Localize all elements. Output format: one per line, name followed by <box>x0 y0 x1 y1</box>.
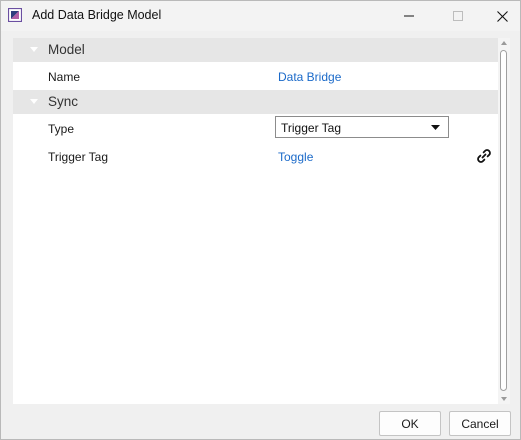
group-header-sync[interactable]: Sync <box>13 90 498 114</box>
maximize-button[interactable] <box>435 1 481 31</box>
close-button[interactable] <box>479 1 521 31</box>
chevron-down-icon <box>431 125 440 130</box>
triangle-down-icon[interactable] <box>30 47 38 52</box>
minimize-icon <box>404 15 414 17</box>
vertical-scrollbar[interactable] <box>498 38 510 404</box>
name-value-link[interactable]: Data Bridge <box>278 70 341 84</box>
maximize-icon <box>453 11 463 21</box>
window-title: Add Data Bridge Model <box>32 8 162 22</box>
property-label-name: Name <box>48 70 81 84</box>
scrollbar-thumb[interactable] <box>500 50 507 391</box>
group-label: Sync <box>48 94 79 109</box>
app-logo-icon <box>8 8 22 22</box>
trigger-tag-value-link[interactable]: Toggle <box>278 150 313 164</box>
property-label-type: Type <box>48 122 75 136</box>
type-dropdown-value: Trigger Tag <box>281 121 342 135</box>
triangle-down-icon[interactable] <box>30 99 38 104</box>
close-icon <box>496 10 508 22</box>
property-label-trigger-tag: Trigger Tag <box>48 150 109 164</box>
link-icon[interactable] <box>475 147 493 165</box>
type-dropdown[interactable]: Trigger Tag <box>275 116 449 138</box>
group-label: Model <box>48 42 85 57</box>
title-bar[interactable]: Add Data Bridge Model <box>1 1 520 31</box>
dialog-window: Add Data Bridge Model Model Name Data Br… <box>0 0 521 440</box>
property-grid: Model Name Data Bridge Sync Type Trigger… <box>13 38 510 404</box>
scroll-down-arrow-icon[interactable] <box>501 397 507 401</box>
ok-button[interactable]: OK <box>379 411 441 436</box>
minimize-button[interactable] <box>386 1 432 31</box>
scroll-up-arrow-icon[interactable] <box>501 41 507 45</box>
cancel-button[interactable]: Cancel <box>449 411 511 436</box>
group-header-model[interactable]: Model <box>13 38 498 62</box>
